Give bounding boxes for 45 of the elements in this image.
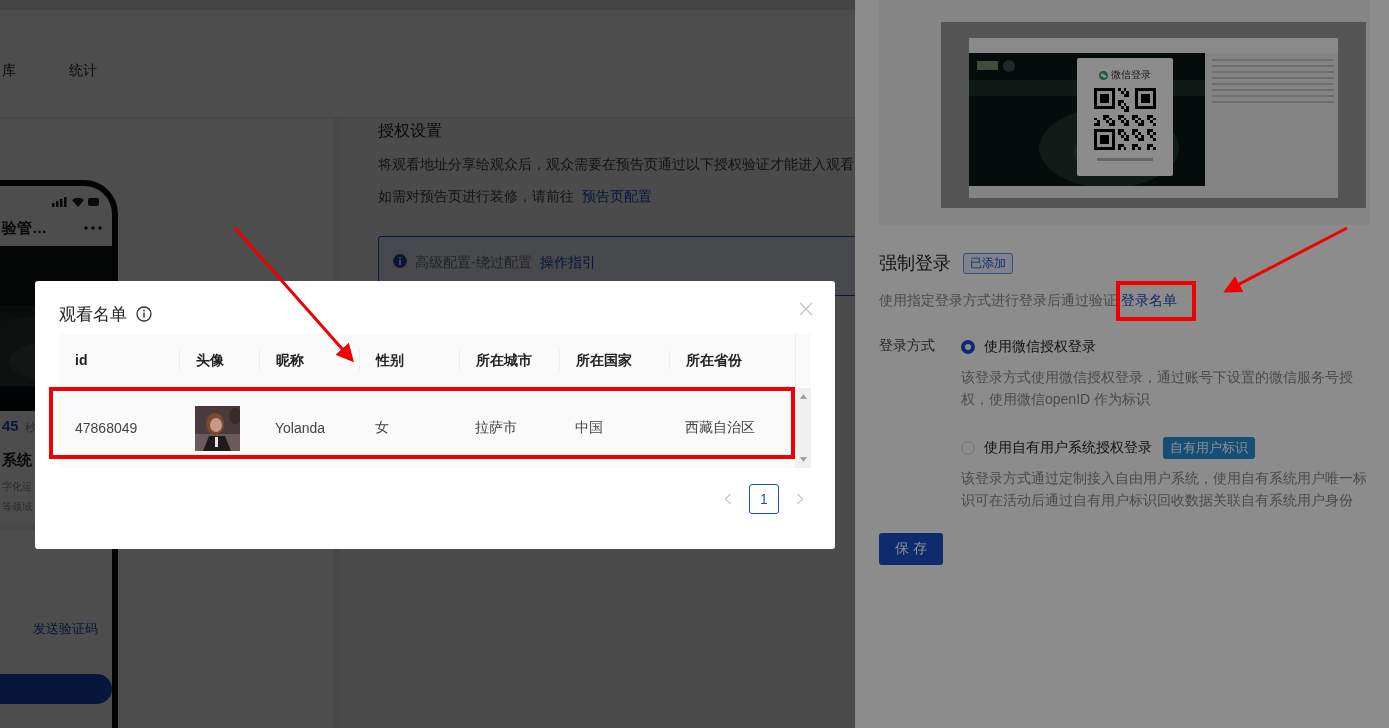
chat-bubble-icon — [1099, 70, 1108, 80]
submit-button[interactable] — [0, 674, 112, 704]
status-icons — [52, 196, 100, 208]
column-header: 所在城市 — [459, 350, 559, 370]
column-header: id — [74, 351, 89, 370]
section-title: 授权设置 — [378, 121, 443, 141]
table-cell-text: 西藏自治区 — [684, 419, 756, 437]
field-label: 登录方式 — [879, 337, 936, 355]
nav-tab[interactable]: 统计 — [69, 62, 97, 80]
nav-tab[interactable]: 库 — [2, 62, 16, 80]
radio-button[interactable] — [961, 340, 975, 354]
page-number[interactable]: 1 — [749, 484, 779, 514]
info-icon — [136, 306, 152, 322]
column-header: 所在国家 — [559, 350, 669, 370]
send-code-link[interactable]: 发送验证码 — [33, 620, 98, 638]
caption-line — [1097, 158, 1153, 161]
table-cell-text: Yolanda — [274, 420, 327, 436]
description-text: 使用指定登录方式进行登录后通过验证 — [879, 292, 1117, 308]
status-tag: 已添加 — [963, 252, 1013, 274]
close-icon — [799, 302, 813, 316]
section-title: 强制登录 — [879, 252, 951, 275]
option-label[interactable]: 使用微信授权登录 — [984, 338, 1096, 356]
option-label[interactable]: 使用自有用户系统授权登录 — [984, 439, 1152, 457]
column-header: 头像 — [179, 350, 259, 370]
column-header: 昵称 — [259, 350, 359, 370]
more-icon — [84, 226, 102, 230]
event-title: 系统 — [2, 451, 32, 470]
table-cell-text: 女 — [374, 419, 390, 437]
save-button[interactable]: 保 存 — [879, 533, 943, 565]
dialog-title: 观看名单 — [59, 303, 127, 326]
option-tag: 自有用户标识 — [1163, 437, 1255, 459]
countdown-number: 45 — [2, 417, 19, 434]
scroll-up-icon — [799, 394, 807, 399]
table-cell-text: 47868049 — [74, 420, 139, 436]
info-icon — [393, 254, 407, 268]
table-cell-text: 中国 — [574, 419, 604, 437]
table-cell-text: 拉萨市 — [474, 419, 518, 437]
login-list-link[interactable]: 登录名单 — [1121, 292, 1177, 308]
page-title: 验管… — [2, 218, 47, 238]
column-header: 性别 — [359, 350, 459, 370]
scroll-down-icon — [799, 457, 807, 462]
option-description: 该登录方式使用微信授权登录，通过账号下设置的微信服务号授权，使用微信openID 作为标识 — [961, 368, 1354, 409]
column-header: 所在省份 — [669, 350, 795, 370]
dialog-title: 微信登录 — [1111, 68, 1151, 82]
qr-code-icon — [1094, 88, 1156, 150]
